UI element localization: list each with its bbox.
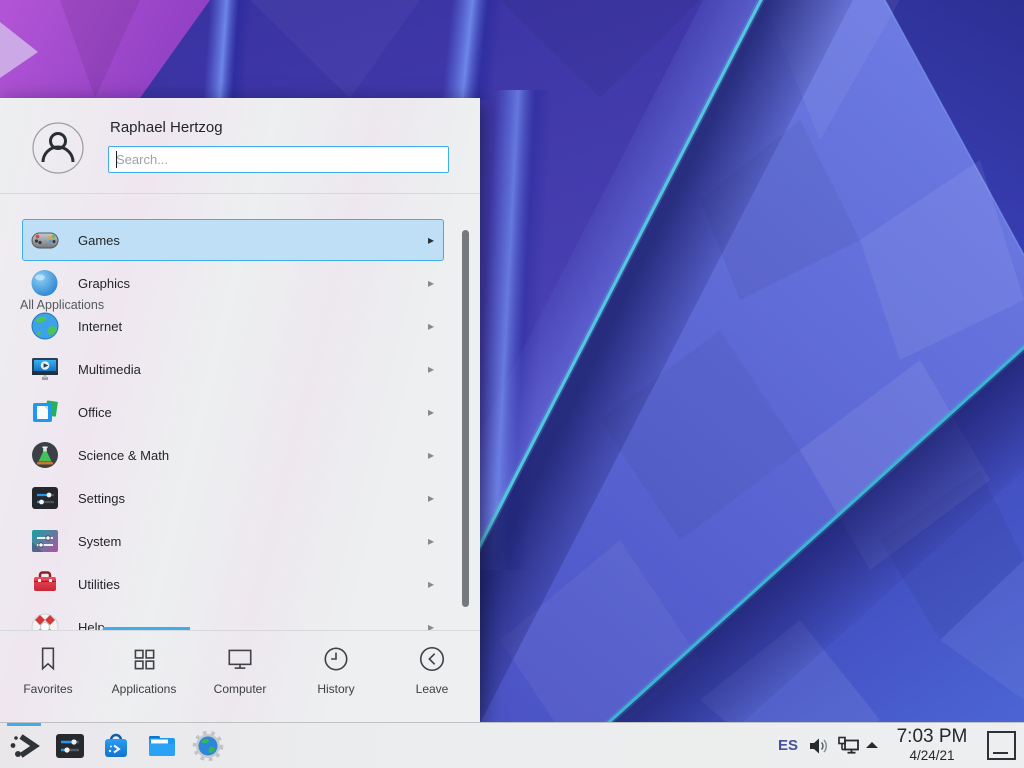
science-math-icon — [29, 439, 61, 471]
favorites-bookmark-icon — [33, 644, 63, 674]
menu-item-label: Internet — [78, 319, 122, 334]
launcher-header: Raphael Hertzog — [0, 98, 480, 193]
menu-item-label: Multimedia — [78, 362, 141, 377]
submenu-arrow-icon: ▸ — [428, 233, 434, 247]
system-settings-icon[interactable] — [54, 730, 86, 762]
games-icon — [29, 224, 61, 256]
internet-icon — [29, 310, 61, 342]
search-input[interactable] — [108, 146, 449, 173]
menu-item-label: System — [78, 534, 121, 549]
keyboard-layout-indicator[interactable]: ES — [778, 737, 802, 754]
submenu-arrow-icon: ▸ — [428, 491, 434, 505]
utilities-icon — [29, 568, 61, 600]
menu-item-label: Utilities — [78, 577, 120, 592]
menu-item-multimedia[interactable]: Multimedia ▸ — [22, 348, 444, 390]
application-category-list: Games ▸ Graphics ▸ Internet ▸ — [0, 218, 480, 630]
menu-item-label: Help — [78, 620, 105, 631]
tab-leave[interactable]: Leave — [384, 631, 480, 722]
discover-icon[interactable] — [100, 730, 132, 762]
header-separator — [0, 193, 480, 194]
office-icon — [29, 396, 61, 428]
applications-grid-icon — [129, 644, 159, 674]
menu-item-label: Office — [78, 405, 112, 420]
menu-item-label: Graphics — [78, 276, 130, 291]
launcher-tab-bar: Favorites Applications Computer — [0, 631, 480, 722]
menu-item-settings[interactable]: Settings ▸ — [22, 477, 444, 519]
submenu-arrow-icon: ▸ — [428, 577, 434, 591]
submenu-arrow-icon: ▸ — [428, 362, 434, 376]
system-icon — [29, 525, 61, 557]
application-launcher-popup: Raphael Hertzog All Applications Games ▸ — [0, 98, 480, 722]
settings-icon — [29, 482, 61, 514]
menu-item-label: Science & Math — [78, 448, 169, 463]
graphics-icon — [29, 267, 61, 299]
clock-time: 7:03 PM — [884, 726, 980, 748]
show-desktop-button[interactable] — [987, 731, 1016, 760]
leave-icon — [417, 644, 447, 674]
menu-item-science-math[interactable]: Science & Math ▸ — [22, 434, 444, 476]
application-launcher-icon[interactable] — [8, 730, 40, 762]
dolphin-file-manager-icon[interactable] — [146, 730, 178, 762]
menu-item-internet[interactable]: Internet ▸ — [22, 305, 444, 347]
launcher-active-indicator — [7, 723, 41, 726]
taskbar-panel: ES 7:03 PM 4/24/21 — [0, 722, 1024, 768]
network-icon[interactable] — [836, 734, 860, 758]
digital-clock[interactable]: 7:03 PM 4/24/21 — [884, 726, 980, 763]
help-icon — [29, 611, 61, 630]
tab-applications[interactable]: Applications — [96, 631, 192, 722]
tab-computer[interactable]: Computer — [192, 631, 288, 722]
menu-item-graphics[interactable]: Graphics ▸ — [22, 262, 444, 304]
show-desktop-glyph — [993, 752, 1008, 754]
text-cursor — [116, 151, 117, 168]
menu-item-office[interactable]: Office ▸ — [22, 391, 444, 433]
submenu-arrow-icon: ▸ — [428, 319, 434, 333]
menu-item-games[interactable]: Games ▸ — [22, 219, 444, 261]
tab-label: Leave — [416, 682, 449, 696]
menu-item-system[interactable]: System ▸ — [22, 520, 444, 562]
list-scrollbar[interactable] — [462, 230, 469, 607]
tab-label: Computer — [214, 682, 267, 696]
expand-tray-arrow-icon[interactable] — [863, 737, 881, 755]
menu-item-utilities[interactable]: Utilities ▸ — [22, 563, 444, 605]
menu-item-label: Settings — [78, 491, 125, 506]
menu-item-label: Games — [78, 233, 120, 248]
menu-item-help[interactable]: Help ▸ — [22, 606, 444, 630]
clock-date: 4/24/21 — [884, 748, 980, 763]
submenu-arrow-icon: ▸ — [428, 448, 434, 462]
tab-label: Favorites — [23, 682, 72, 696]
computer-monitor-icon — [225, 644, 255, 674]
history-clock-icon — [321, 644, 351, 674]
submenu-arrow-icon: ▸ — [428, 620, 434, 630]
user-avatar-icon[interactable] — [32, 122, 84, 174]
submenu-arrow-icon: ▸ — [428, 534, 434, 548]
multimedia-icon — [29, 353, 61, 385]
tab-label: History — [317, 682, 354, 696]
volume-icon[interactable] — [806, 734, 830, 758]
web-browser-icon[interactable] — [192, 730, 224, 762]
tab-label: Applications — [112, 682, 177, 696]
tab-history[interactable]: History — [288, 631, 384, 722]
submenu-arrow-icon: ▸ — [428, 276, 434, 290]
submenu-arrow-icon: ▸ — [428, 405, 434, 419]
user-name: Raphael Hertzog — [110, 119, 223, 136]
tab-favorites[interactable]: Favorites — [0, 631, 96, 722]
